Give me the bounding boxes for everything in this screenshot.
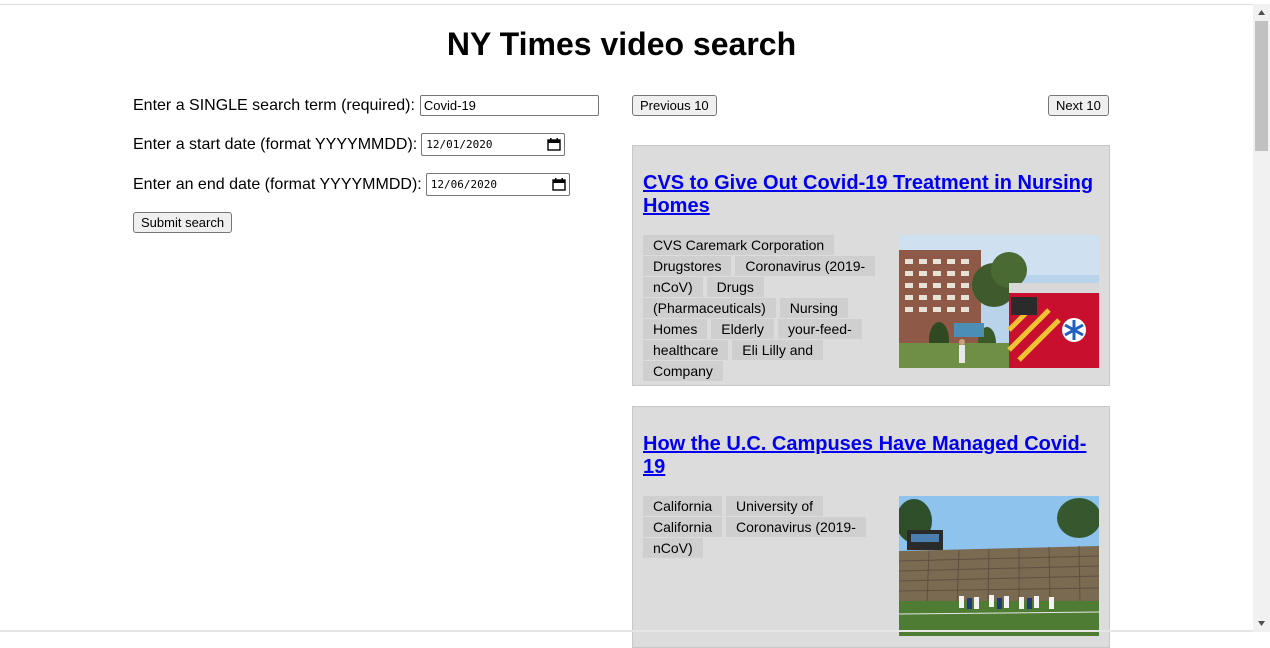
tag: Elderly <box>711 319 775 339</box>
search-term-input[interactable] <box>419 95 599 116</box>
result-card: CVS to Give Out Covid-19 Treatment in Nu… <box>632 145 1110 386</box>
end-date-input[interactable]: 12/06/2020 <box>425 173 570 196</box>
browser-top-edge <box>0 0 1253 5</box>
start-date-input[interactable]: 12/01/2020 <box>421 133 566 156</box>
result-tags: CVS Caremark Corporation Drugstores Coro… <box>643 235 876 382</box>
calendar-icon[interactable] <box>547 138 561 151</box>
next-10-button[interactable]: Next 10 <box>1048 95 1109 116</box>
page-title: NY Times video search <box>446 26 797 62</box>
term-label: Enter a SINGLE search term (required): <box>133 96 415 114</box>
arrow-up-icon[interactable] <box>1253 6 1270 20</box>
result-tags: California University of California Coro… <box>643 496 875 559</box>
tag: CVS Caremark Corporation <box>643 235 835 255</box>
arrow-down-icon[interactable] <box>1253 616 1270 630</box>
result-title-link[interactable]: CVS to Give Out Covid-19 Treatment in Nu… <box>643 172 1093 217</box>
previous-10-button[interactable]: Previous 10 <box>632 95 717 116</box>
term-row: Enter a SINGLE search term (required): <box>133 95 599 116</box>
result-thumbnail-ambulance[interactable] <box>899 235 1099 368</box>
end-date-value: 12/06/2020 <box>430 177 497 191</box>
submit-search-button[interactable]: Submit search <box>133 212 233 233</box>
vertical-scrollbar[interactable] <box>1253 4 1270 632</box>
start-date-label: Enter a start date (format YYYYMMDD): <box>133 135 418 153</box>
start-date-row: Enter a start date (format YYYYMMDD): 12… <box>133 133 566 156</box>
result-thumbnail-stadium[interactable] <box>899 496 1099 636</box>
start-date-value: 12/01/2020 <box>426 137 493 151</box>
calendar-icon[interactable] <box>552 178 566 191</box>
result-card: How the U.C. Campuses Have Managed Covid… <box>632 406 1110 648</box>
result-title-link[interactable]: How the U.C. Campuses Have Managed Covid… <box>643 433 1086 478</box>
scrollbar-thumb[interactable] <box>1255 21 1268 151</box>
tag: Drugstores <box>643 256 732 276</box>
tag: California <box>643 496 723 516</box>
end-date-row: Enter an end date (format YYYYMMDD): 12/… <box>133 173 570 196</box>
result-title: CVS to Give Out Covid-19 Treatment in Nu… <box>643 172 1099 218</box>
result-title: How the U.C. Campuses Have Managed Covid… <box>643 433 1099 479</box>
end-date-label: Enter an end date (format YYYYMMDD): <box>133 175 422 193</box>
